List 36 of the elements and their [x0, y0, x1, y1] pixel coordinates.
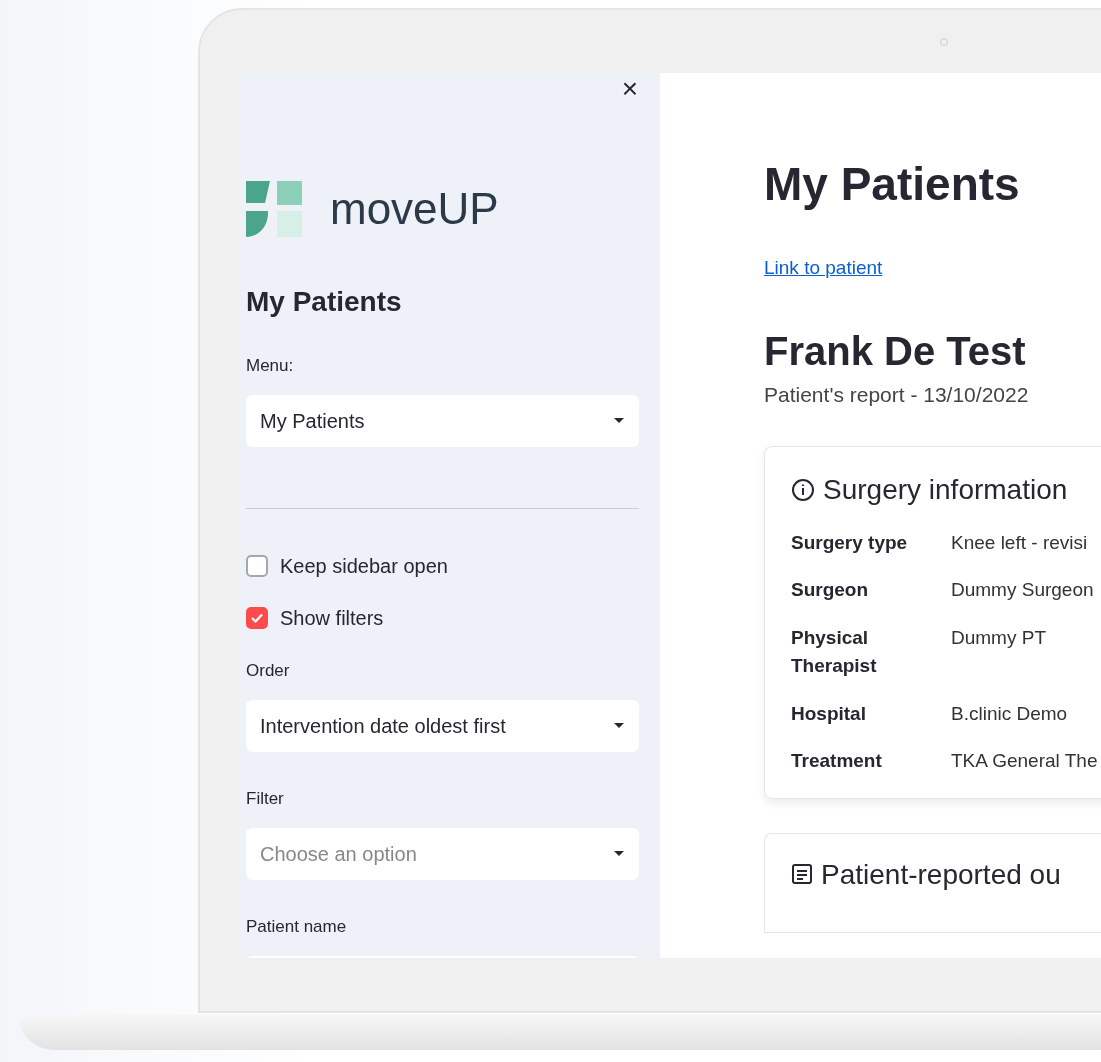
info-value: Dummy Surgeon — [951, 578, 1095, 603]
info-value: Dummy PT — [951, 625, 1047, 650]
checkbox-label: Keep sidebar open — [280, 553, 448, 579]
info-label: Surgeon — [791, 578, 870, 603]
info-label: Treatment — [791, 749, 883, 774]
card-title: Surgery information — [823, 473, 1068, 507]
field-label: Menu: — [246, 356, 294, 374]
info-value: B.clinic Demo — [951, 701, 1069, 726]
info-value: Knee left - revisi — [951, 530, 1089, 555]
field-label: Order — [246, 661, 290, 679]
check-icon — [251, 612, 263, 623]
sidebar-title: My Patients — [246, 285, 403, 319]
caret-icon — [613, 722, 625, 730]
info-label: Hospital — [791, 701, 867, 726]
patient-link[interactable]: Link to patient — [764, 254, 883, 283]
document-icon — [791, 863, 813, 886]
dropdown-field[interactable]: My Patients — [246, 394, 639, 447]
checkbox[interactable] — [246, 606, 268, 629]
patient-name: Frank De Test — [764, 330, 1027, 371]
info-label: Physical Therapist — [791, 625, 878, 679]
card-title: Patient-reported ou — [821, 857, 1061, 892]
close-button[interactable]: × — [621, 75, 638, 103]
logo-icon — [246, 181, 302, 237]
checkbox-label: Show filters — [280, 605, 384, 631]
report-subtitle: Patient's report - 13/10/2022 — [764, 381, 1029, 408]
caret-icon — [613, 850, 625, 858]
info-value: TKA General The — [951, 749, 1099, 774]
checkbox[interactable] — [246, 554, 268, 577]
field-label: Filter — [246, 789, 284, 807]
field-label: Patient name — [246, 917, 347, 935]
dropdown-field[interactable]: Choose an option — [246, 827, 639, 880]
caret-icon — [613, 417, 625, 425]
info-label: Surgery type — [791, 530, 909, 555]
logo-text: moveUP — [330, 183, 499, 235]
info-icon — [791, 477, 815, 502]
dropdown-field[interactable]: Intervention date oldest first — [246, 699, 639, 752]
